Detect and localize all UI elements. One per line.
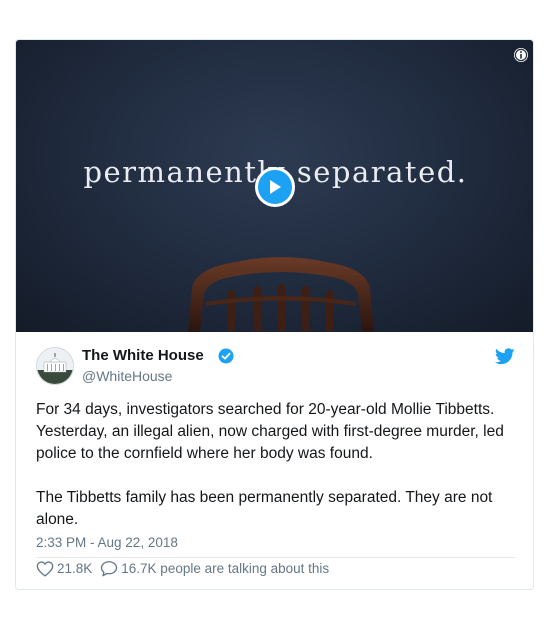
embedded-tweet-card: permanently separated. The White House @…	[15, 39, 534, 590]
play-icon	[270, 180, 281, 194]
like-count: 21.8K	[57, 561, 93, 576]
verified-badge-icon	[218, 348, 234, 364]
author-name[interactable]: The White House	[82, 347, 204, 364]
comment-icon	[101, 561, 118, 577]
author-handle[interactable]: @WhiteHouse	[82, 368, 172, 384]
heart-icon	[36, 560, 54, 577]
avatar[interactable]	[36, 347, 74, 385]
info-icon[interactable]	[513, 47, 529, 63]
tweet-actions: 21.8K 16.7K people are talking about thi…	[36, 560, 329, 577]
play-button[interactable]	[255, 167, 295, 207]
chair-image	[188, 257, 374, 332]
video-media[interactable]: permanently separated.	[16, 40, 533, 332]
divider	[36, 557, 516, 558]
tweet-paragraph: For 34 days, investigators searched for …	[36, 401, 504, 462]
tweet-timestamp[interactable]: 2:33 PM - Aug 22, 2018	[36, 535, 178, 550]
white-house-avatar-image	[37, 348, 73, 384]
twitter-bird-icon[interactable]	[495, 348, 515, 365]
tweet-text: For 34 days, investigators searched for …	[36, 399, 521, 531]
like-button[interactable]: 21.8K	[36, 560, 93, 577]
talking-text: 16.7K people are talking about this	[121, 561, 330, 576]
tweet-paragraph: The Tibbetts family has been permanently…	[36, 489, 493, 528]
talking-link[interactable]: 16.7K people are talking about this	[100, 560, 329, 577]
